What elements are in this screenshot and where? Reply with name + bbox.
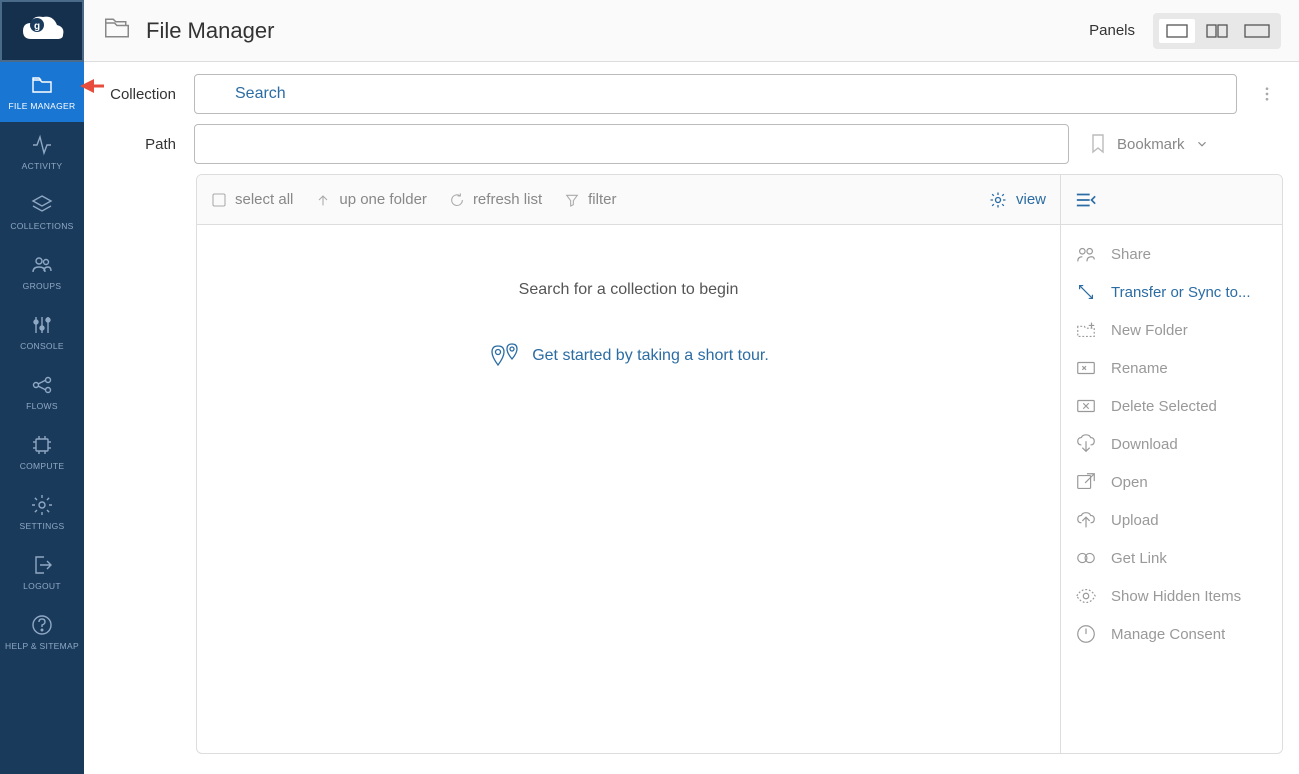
control-rows: Collection Path Bookmark	[84, 62, 1299, 174]
panel-split-button[interactable]	[1199, 19, 1235, 43]
panel-single-button[interactable]	[1159, 19, 1195, 43]
chevron-down-icon	[1195, 137, 1209, 151]
action-rename[interactable]: Rename	[1061, 349, 1282, 387]
file-pane: select all up one folder refresh list fi…	[197, 175, 1060, 753]
panel-wide-button[interactable]	[1239, 19, 1275, 43]
filter-button[interactable]: filter	[564, 191, 616, 208]
action-get-link[interactable]: Get Link	[1061, 539, 1282, 577]
nav-label: SETTINGS	[20, 521, 65, 531]
action-manage-consent[interactable]: Manage Consent	[1061, 615, 1282, 653]
collection-search-input[interactable]	[194, 74, 1237, 114]
action-pane: Share Transfer or Sync to... New Folder …	[1060, 175, 1282, 753]
help-icon	[30, 613, 54, 637]
action-delete[interactable]: Delete Selected	[1061, 387, 1282, 425]
open-icon	[1075, 471, 1097, 493]
nav-console[interactable]: CONSOLE	[0, 302, 84, 362]
panels-label: Panels	[1089, 22, 1135, 39]
share-icon	[1075, 243, 1097, 265]
folder-icon	[30, 73, 54, 97]
link-icon	[1075, 547, 1097, 569]
page-title: File Manager	[146, 18, 1075, 44]
flows-icon	[30, 373, 54, 397]
nav-flows[interactable]: FLOWS	[0, 362, 84, 422]
download-icon	[1075, 433, 1097, 455]
layers-icon	[30, 193, 54, 217]
action-upload[interactable]: Upload	[1061, 501, 1282, 539]
nav-settings[interactable]: SETTINGS	[0, 482, 84, 542]
nav-label: COMPUTE	[20, 461, 65, 471]
nav-label: HELP & SITEMAP	[5, 641, 79, 651]
tour-link[interactable]: Get started by taking a short tour.	[488, 343, 769, 369]
eye-icon	[1075, 585, 1097, 607]
left-nav: g FILE MANAGER ACTIVITY COLLECTIONS	[0, 0, 84, 774]
action-collapse-button[interactable]	[1061, 175, 1282, 225]
delete-icon	[1075, 395, 1097, 417]
rename-icon	[1075, 357, 1097, 379]
transfer-icon	[1075, 281, 1097, 303]
bookmark-button[interactable]: Bookmark	[1083, 132, 1283, 156]
tour-label: Get started by taking a short tour.	[532, 347, 769, 365]
upload-icon	[1075, 509, 1097, 531]
gear-icon	[988, 190, 1008, 210]
nav-help[interactable]: HELP & SITEMAP	[0, 602, 84, 662]
action-new-folder[interactable]: New Folder	[1061, 311, 1282, 349]
action-share[interactable]: Share	[1061, 235, 1282, 273]
collapse-icon	[1075, 191, 1097, 209]
nav-activity[interactable]: ACTIVITY	[0, 122, 84, 182]
nav-compute[interactable]: COMPUTE	[0, 422, 84, 482]
logout-icon	[30, 553, 54, 577]
nav-label: FILE MANAGER	[9, 101, 76, 111]
sliders-icon	[30, 313, 54, 337]
nav-groups[interactable]: GROUPS	[0, 242, 84, 302]
panel-area: select all up one folder refresh list fi…	[196, 174, 1283, 754]
bookmark-label: Bookmark	[1117, 136, 1185, 153]
bookmark-icon	[1089, 132, 1107, 156]
main-column: File Manager Panels Collection	[84, 0, 1299, 774]
nav-collections[interactable]: COLLECTIONS	[0, 182, 84, 242]
empty-message: Search for a collection to begin	[519, 281, 739, 299]
refresh-button[interactable]: refresh list	[449, 191, 542, 208]
filter-icon	[564, 192, 580, 208]
action-download[interactable]: Download	[1061, 425, 1282, 463]
power-icon	[1075, 623, 1097, 645]
svg-text:g: g	[34, 21, 40, 32]
nav-label: GROUPS	[23, 281, 62, 291]
nav-label: COLLECTIONS	[10, 221, 73, 231]
collection-label: Collection	[84, 86, 180, 103]
view-button[interactable]: view	[988, 190, 1046, 210]
file-body: Search for a collection to begin Get sta…	[197, 225, 1060, 753]
dots-vertical-icon	[1258, 85, 1276, 103]
panel-toggle-group	[1153, 13, 1281, 49]
up-arrow-icon	[315, 192, 331, 208]
gear-icon	[30, 493, 54, 517]
app-logo[interactable]: g	[0, 0, 84, 62]
compute-icon	[30, 433, 54, 457]
file-toolbar: select all up one folder refresh list fi…	[197, 175, 1060, 225]
nav-label: CONSOLE	[20, 341, 64, 351]
path-input[interactable]	[194, 124, 1069, 164]
action-show-hidden[interactable]: Show Hidden Items	[1061, 577, 1282, 615]
checkbox-icon	[211, 192, 227, 208]
refresh-icon	[449, 192, 465, 208]
globus-cloud-icon: g	[17, 9, 67, 53]
path-label: Path	[84, 136, 180, 153]
activity-icon	[30, 133, 54, 157]
folder-icon	[102, 13, 132, 48]
map-pins-icon	[488, 343, 522, 369]
nav-logout[interactable]: LOGOUT	[0, 542, 84, 602]
up-folder-button[interactable]: up one folder	[315, 191, 427, 208]
top-bar: File Manager Panels	[84, 0, 1299, 62]
nav-label: ACTIVITY	[22, 161, 63, 171]
collection-menu-button[interactable]	[1251, 74, 1283, 114]
nav-label: FLOWS	[26, 401, 58, 411]
select-all-button[interactable]: select all	[211, 191, 293, 208]
action-open[interactable]: Open	[1061, 463, 1282, 501]
nav-file-manager[interactable]: FILE MANAGER	[0, 62, 84, 122]
nav-label: LOGOUT	[23, 581, 61, 591]
new-folder-icon	[1075, 319, 1097, 341]
groups-icon	[30, 253, 54, 277]
action-transfer[interactable]: Transfer or Sync to...	[1061, 273, 1282, 311]
action-list: Share Transfer or Sync to... New Folder …	[1061, 225, 1282, 663]
